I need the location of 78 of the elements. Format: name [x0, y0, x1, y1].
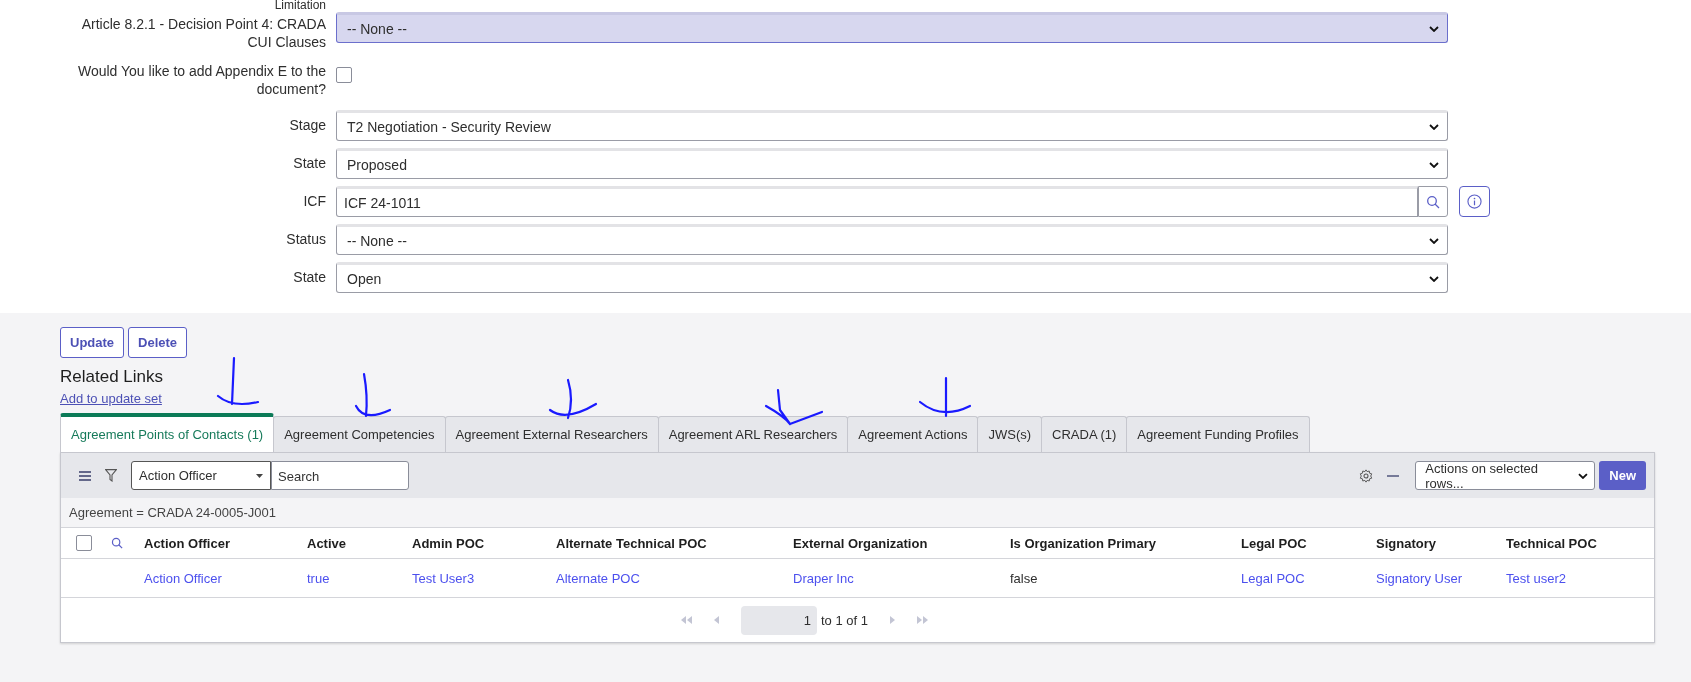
new-button[interactable]: New	[1599, 461, 1646, 490]
column-header[interactable]: Legal POC	[1241, 535, 1307, 551]
chevron-icon	[1429, 237, 1439, 244]
lookup-field[interactable]: ICF 24-1011	[336, 186, 1418, 217]
table-cell-link[interactable]: true	[307, 570, 330, 586]
select-field[interactable]: -- None --	[336, 224, 1448, 255]
table-cell-link[interactable]: Test User3	[412, 570, 475, 586]
checkbox[interactable]	[336, 67, 352, 83]
settings-icon[interactable]	[1359, 468, 1374, 483]
field-label: State	[292, 268, 326, 286]
table-cell: false	[1010, 570, 1038, 586]
filter-icon[interactable]	[105, 469, 117, 482]
table-cell-link[interactable]: Draper Inc	[793, 570, 854, 586]
column-header[interactable]: Signatory	[1376, 535, 1436, 551]
table-cell-link[interactable]: Action Officer	[144, 570, 222, 586]
field-label: Limitation	[273, 0, 326, 11]
select-all-checkbox[interactable]	[76, 535, 92, 551]
column-header[interactable]: Action Officer	[144, 535, 230, 551]
field-label: ICF	[302, 192, 326, 210]
tab[interactable]: Agreement Points of Contacts (1)	[60, 413, 275, 452]
field-label: Status	[285, 230, 326, 248]
caret-icon	[256, 473, 263, 478]
field-select[interactable]: Action Officer	[131, 461, 271, 490]
select-field[interactable]: Open	[336, 262, 1448, 293]
previous-page-icon[interactable]	[714, 616, 719, 624]
page-range: to 1 of 1	[821, 612, 868, 628]
column-header[interactable]: External Organization	[793, 535, 928, 551]
next-page-icon[interactable]	[890, 616, 895, 624]
field-label: Article 8.2.1 - Decision Point 4: CRADA CUI Clauses	[80, 15, 326, 51]
last-page-icon[interactable]	[917, 616, 928, 624]
chevron-icon	[1429, 161, 1439, 168]
table-cell-link[interactable]: Test user2	[1506, 570, 1566, 586]
tab[interactable]: Agreement Funding Profiles	[1126, 416, 1310, 452]
tab[interactable]: Agreement External Researchers	[444, 416, 659, 452]
column-header[interactable]: Is Organization Primary	[1010, 535, 1156, 551]
field-label: Would You like to add Appendix E to the document?	[76, 62, 326, 98]
section-heading: Related Links	[60, 367, 164, 387]
field-label: State	[292, 154, 326, 172]
annotation-arrow	[354, 372, 392, 418]
select-field[interactable]: -- None --	[336, 12, 1448, 43]
column-header[interactable]: Technical POC	[1506, 535, 1597, 551]
annotation-arrow	[918, 376, 972, 418]
tab[interactable]: Agreement ARL Researchers	[657, 416, 849, 452]
select-field[interactable]: T2 Negotiation - Security Review	[336, 110, 1448, 141]
select-field[interactable]: Proposed	[336, 148, 1448, 179]
info-button[interactable]	[1459, 186, 1490, 217]
table-cell-link[interactable]: Legal POC	[1241, 570, 1305, 586]
table-cell-link[interactable]: Alternate POC	[556, 570, 640, 586]
actions-select[interactable]: Actions on selected rows...	[1415, 461, 1596, 490]
tab[interactable]: Agreement Competencies	[273, 416, 446, 452]
action-button[interactable]: Delete	[128, 327, 188, 358]
column-header[interactable]: Active	[307, 535, 347, 551]
menu-icon[interactable]	[79, 470, 91, 481]
first-page-icon[interactable]	[681, 616, 692, 624]
annotation-arrow	[764, 388, 824, 426]
page-number-field[interactable]: 1	[741, 605, 817, 635]
minimize-icon[interactable]	[1387, 474, 1400, 477]
tab[interactable]: JWS(s)	[977, 416, 1043, 452]
chevron-icon	[1429, 123, 1439, 130]
related-link[interactable]: Add to update set	[60, 391, 162, 406]
table-cell-link[interactable]: Signatory User	[1376, 570, 1462, 586]
tab[interactable]: CRADA (1)	[1041, 416, 1128, 452]
info-icon	[1467, 194, 1482, 209]
chevron-icon	[1578, 472, 1589, 479]
tab[interactable]: Agreement Actions	[847, 416, 979, 452]
chevron-icon	[1429, 275, 1439, 282]
search-field[interactable]: Search	[271, 461, 409, 490]
column-header[interactable]: Admin POC	[412, 535, 485, 551]
column-header[interactable]: Alternate Technical POC	[556, 535, 707, 551]
field-label: Stage	[288, 116, 326, 134]
search-icon	[1426, 194, 1440, 209]
action-button[interactable]: Update	[60, 327, 125, 358]
filter-breadcrumb[interactable]: Agreement = CRADA 24-0005-J001	[69, 505, 277, 520]
chevron-icon	[1429, 25, 1439, 32]
search-icon[interactable]	[111, 537, 123, 549]
annotation-arrow	[548, 378, 598, 420]
search-button[interactable]	[1418, 186, 1448, 217]
annotation-arrow	[216, 356, 260, 406]
